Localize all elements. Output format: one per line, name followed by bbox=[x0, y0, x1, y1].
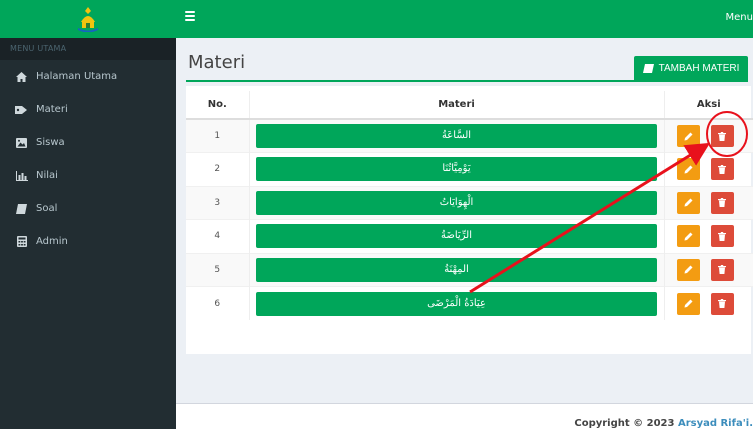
aksi-cell bbox=[664, 152, 753, 186]
row-number: 2 bbox=[186, 152, 250, 186]
trash-icon bbox=[718, 164, 726, 174]
materi-link[interactable]: السَّاعَةُ bbox=[256, 124, 657, 148]
page-title: Materi bbox=[188, 52, 246, 73]
sidebar-item-admin[interactable]: Admin bbox=[0, 225, 176, 258]
add-materi-label: TAMBAH MATERI bbox=[658, 63, 740, 74]
sidebar-item-halaman-utama[interactable]: Halaman Utama bbox=[0, 60, 176, 93]
column-header-aksi: Aksi bbox=[664, 91, 753, 120]
table-row: 1 السَّاعَةُ bbox=[186, 118, 753, 153]
materi-link[interactable]: يَوْمِيَّاتُنَا bbox=[256, 157, 657, 182]
materi-table-box: No. Materi Aksi 1 السَّاعَةُ 2 يَوْمِيَّاتُ… bbox=[186, 86, 753, 354]
sidebar-header: MENU UTAMA bbox=[0, 38, 176, 60]
table-row: 2 يَوْمِيَّاتُنَا bbox=[186, 152, 753, 186]
calculator-icon bbox=[15, 235, 28, 248]
delete-button[interactable] bbox=[710, 158, 734, 181]
sidebar-item-label: Halaman Utama bbox=[36, 71, 118, 82]
materi-link[interactable]: الرِّيَاضَةُ bbox=[256, 224, 657, 249]
row-number: 6 bbox=[186, 286, 250, 320]
column-header-materi: Materi bbox=[249, 91, 665, 120]
aksi-cell bbox=[664, 118, 753, 153]
main-content: Materi TAMBAH MATERI No. Materi Aksi 1 ال… bbox=[176, 38, 753, 429]
trash-icon bbox=[718, 231, 726, 241]
pencil-icon bbox=[684, 265, 692, 274]
aksi-cell bbox=[664, 219, 753, 253]
trash-icon bbox=[718, 299, 726, 308]
image-icon bbox=[15, 136, 28, 149]
sidebar-item-label: Materi bbox=[36, 104, 68, 115]
copyright-text: Copyright © 2023 bbox=[574, 418, 675, 429]
materi-cell: الْهِوَايَاتُ bbox=[249, 185, 665, 220]
edit-button[interactable] bbox=[676, 125, 700, 147]
table-row: 4 الرِّيَاضَةُ bbox=[186, 219, 753, 253]
delete-button[interactable] bbox=[710, 225, 734, 248]
edit-button[interactable] bbox=[676, 292, 700, 315]
row-number: 4 bbox=[186, 219, 250, 253]
home-icon bbox=[15, 70, 28, 83]
top-navbar: Menu bbox=[176, 0, 753, 38]
materi-cell: الرِّيَاضَةُ bbox=[249, 219, 665, 253]
delete-button[interactable] bbox=[710, 258, 734, 281]
pencil-icon bbox=[684, 132, 692, 140]
edit-button[interactable] bbox=[676, 258, 700, 281]
materi-link[interactable]: الْهِوَايَاتُ bbox=[256, 190, 657, 215]
pencil-icon bbox=[684, 232, 692, 241]
sidebar-item-label: Admin bbox=[36, 236, 68, 247]
sidebar-item-nilai[interactable]: Nilai bbox=[0, 159, 176, 192]
table-body: 1 السَّاعَةُ 2 يَوْمِيَّاتُنَا 3 الْهِوَايَات… bbox=[186, 118, 753, 320]
pencil-icon bbox=[684, 165, 692, 174]
sidebar-item-soal[interactable]: Soal bbox=[0, 192, 176, 225]
pencil-icon bbox=[684, 299, 692, 308]
footer: Copyright © 2023 Arsyad Rifa'i. bbox=[176, 403, 753, 429]
delete-button[interactable] bbox=[710, 292, 734, 315]
row-number: 1 bbox=[186, 118, 250, 153]
aksi-cell bbox=[664, 185, 753, 220]
delete-button[interactable] bbox=[710, 191, 734, 214]
trash-icon bbox=[718, 198, 726, 208]
sidebar-item-label: Siswa bbox=[36, 137, 65, 148]
add-materi-button[interactable]: TAMBAH MATERI bbox=[634, 56, 748, 81]
materi-table: No. Materi Aksi 1 السَّاعَةُ 2 يَوْمِيَّاتُ… bbox=[186, 91, 753, 320]
copyright: Copyright © 2023 Arsyad Rifa'i. bbox=[574, 418, 753, 429]
row-number: 3 bbox=[186, 185, 250, 220]
mosque-logo-icon bbox=[78, 7, 98, 32]
aksi-cell bbox=[664, 286, 753, 320]
book-icon bbox=[15, 202, 28, 215]
materi-cell: السَّاعَةُ bbox=[249, 118, 665, 153]
delete-button[interactable] bbox=[710, 125, 734, 147]
hamburger-menu-icon[interactable] bbox=[185, 11, 195, 21]
tag-icon bbox=[15, 103, 28, 116]
pencil-icon bbox=[684, 198, 692, 207]
materi-link[interactable]: عِيَادَةُ الْمَرْضَى bbox=[256, 291, 657, 316]
row-number: 5 bbox=[186, 252, 250, 287]
bar-chart-icon bbox=[15, 169, 28, 182]
table-row: 6 عِيَادَةُ الْمَرْضَى bbox=[186, 286, 753, 320]
sidebar-item-label: Soal bbox=[36, 203, 58, 214]
trash-icon bbox=[718, 265, 726, 275]
table-row: 5 المِهْنَةُ bbox=[186, 252, 753, 287]
table-header-row: No. Materi Aksi bbox=[186, 91, 753, 120]
menu-link[interactable]: Menu bbox=[726, 12, 753, 23]
edit-button[interactable] bbox=[676, 225, 700, 248]
aksi-cell bbox=[664, 252, 753, 287]
materi-link[interactable]: المِهْنَةُ bbox=[256, 257, 657, 282]
edit-button[interactable] bbox=[676, 191, 700, 214]
table-row: 3 الْهِوَايَاتُ bbox=[186, 185, 753, 220]
materi-cell: عِيَادَةُ الْمَرْضَى bbox=[249, 286, 665, 320]
sidebar-item-siswa[interactable]: Siswa bbox=[0, 126, 176, 159]
materi-cell: يَوْمِيَّاتُنَا bbox=[249, 152, 665, 186]
sidebar-item-materi[interactable]: Materi bbox=[0, 93, 176, 126]
sidebar: MENU UTAMA Halaman Utama Materi Siswa Ni… bbox=[0, 0, 176, 429]
sidebar-item-label: Nilai bbox=[36, 170, 58, 181]
book-icon bbox=[642, 64, 654, 73]
edit-button[interactable] bbox=[676, 158, 700, 181]
logo[interactable] bbox=[0, 0, 176, 38]
materi-cell: المِهْنَةُ bbox=[249, 252, 665, 287]
author-link[interactable]: Arsyad Rifa'i. bbox=[678, 418, 753, 429]
trash-icon bbox=[718, 131, 726, 141]
title-row: Materi TAMBAH MATERI bbox=[176, 38, 753, 82]
divider bbox=[186, 80, 748, 82]
column-header-no: No. bbox=[186, 91, 250, 120]
